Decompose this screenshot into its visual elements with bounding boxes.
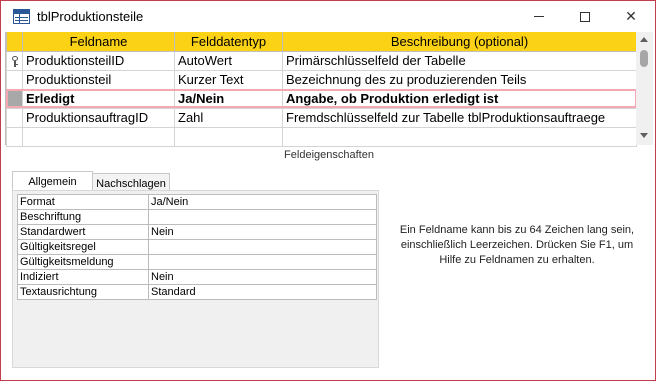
property-label: Standardwert	[17, 224, 149, 240]
row-selector[interactable]	[6, 69, 23, 90]
property-row[interactable]: Textausrichtung Standard	[17, 284, 377, 300]
column-header-beschreibung[interactable]: Beschreibung (optional)	[282, 32, 637, 52]
field-type-cell[interactable]: AutoWert	[174, 50, 283, 71]
vertical-scrollbar[interactable]	[636, 32, 653, 145]
field-grid: Feldname Felddatentyp Beschreibung (opti…	[5, 32, 637, 147]
property-value[interactable]: Standard	[148, 284, 377, 300]
property-help-text: Ein Feldname kann bis zu 64 Zeichen lang…	[399, 224, 635, 266]
property-label: Gültigkeitsregel	[17, 239, 149, 255]
field-type-cell[interactable]: Kurzer Text	[174, 69, 283, 90]
field-name-cell[interactable]: ProduktionsauftragID	[22, 107, 175, 128]
field-row-empty[interactable]	[6, 126, 637, 147]
field-row[interactable]: ProduktionsauftragID Zahl Fremdschlüssel…	[6, 107, 637, 128]
field-type-cell[interactable]: Ja/Nein	[174, 88, 283, 109]
primary-key-icon	[11, 55, 19, 67]
property-row[interactable]: Format Ja/Nein	[17, 194, 377, 210]
field-name-cell[interactable]: Produktionsteil	[22, 69, 175, 90]
tab-allgemein[interactable]: Allgemein	[12, 171, 93, 191]
row-selector-header	[6, 32, 23, 52]
close-button[interactable]: ✕	[608, 1, 654, 32]
property-row[interactable]: Beschriftung	[17, 209, 377, 225]
scroll-up-icon[interactable]	[640, 37, 648, 42]
row-selector[interactable]	[6, 88, 23, 109]
property-value[interactable]	[148, 209, 377, 225]
field-name-cell[interactable]	[22, 126, 175, 147]
column-header-feldname[interactable]: Feldname	[22, 32, 175, 52]
field-description-cell[interactable]: Primärschlüsselfeld der Tabelle	[282, 50, 637, 71]
property-value[interactable]: Nein	[148, 269, 377, 285]
field-properties-panel: Format Ja/Nein Beschriftung Standardwert…	[12, 190, 379, 368]
scroll-thumb[interactable]	[640, 50, 648, 67]
field-name-cell[interactable]: Erledigt	[22, 88, 175, 109]
field-row[interactable]: Produktionsteil Kurzer Text Bezeichnung …	[6, 69, 637, 90]
property-label: Beschriftung	[17, 209, 149, 225]
field-type-cell[interactable]	[174, 126, 283, 147]
title-bar[interactable]: tblProduktionsteile ✕	[1, 1, 655, 32]
maximize-icon	[580, 11, 590, 22]
field-description-cell[interactable]: Fremdschlüsselfeld zur Tabelle tblProduk…	[282, 107, 637, 128]
scroll-down-icon[interactable]	[640, 133, 648, 138]
row-selector[interactable]	[6, 50, 23, 71]
property-label: Textausrichtung	[17, 284, 149, 300]
property-value[interactable]	[148, 239, 377, 255]
field-description-cell[interactable]: Bezeichnung des zu produzierenden Teils	[282, 69, 637, 90]
property-row[interactable]: Gültigkeitsmeldung	[17, 254, 377, 270]
field-name-cell[interactable]: ProduktionsteilID	[22, 50, 175, 71]
property-value[interactable]: Ja/Nein	[148, 194, 377, 210]
property-value[interactable]: Nein	[148, 224, 377, 240]
close-icon: ✕	[625, 8, 637, 24]
property-row[interactable]: Standardwert Nein	[17, 224, 377, 240]
tab-nachschlagen[interactable]: Nachschlagen	[92, 173, 170, 191]
column-header-felddatentyp[interactable]: Felddatentyp	[174, 32, 283, 52]
maximize-button[interactable]	[562, 1, 608, 32]
field-row-selected[interactable]: Erledigt Ja/Nein Angabe, ob Produktion e…	[6, 88, 637, 109]
field-type-cell[interactable]: Zahl	[174, 107, 283, 128]
property-label: Gültigkeitsmeldung	[17, 254, 149, 270]
window-title: tblProduktionsteile	[37, 9, 144, 24]
property-row[interactable]: Gültigkeitsregel	[17, 239, 377, 255]
field-description-cell[interactable]	[282, 126, 637, 147]
property-label: Indiziert	[17, 269, 149, 285]
property-value[interactable]	[148, 254, 377, 270]
property-label: Format	[17, 194, 149, 210]
property-row[interactable]: Indiziert Nein	[17, 269, 377, 285]
minimize-button[interactable]	[516, 1, 562, 32]
row-selector[interactable]	[6, 126, 23, 147]
row-selector[interactable]	[6, 107, 23, 128]
field-description-cell[interactable]: Angabe, ob Produktion erledigt ist	[282, 88, 637, 109]
field-row[interactable]: ProduktionsteilID AutoWert Primärschlüss…	[6, 50, 637, 71]
field-properties-title: Feldeigenschaften	[284, 149, 374, 161]
table-icon	[13, 9, 30, 24]
minimize-icon	[534, 16, 544, 17]
table-design-window: tblProduktionsteile ✕ Feldname Felddaten…	[0, 0, 656, 381]
